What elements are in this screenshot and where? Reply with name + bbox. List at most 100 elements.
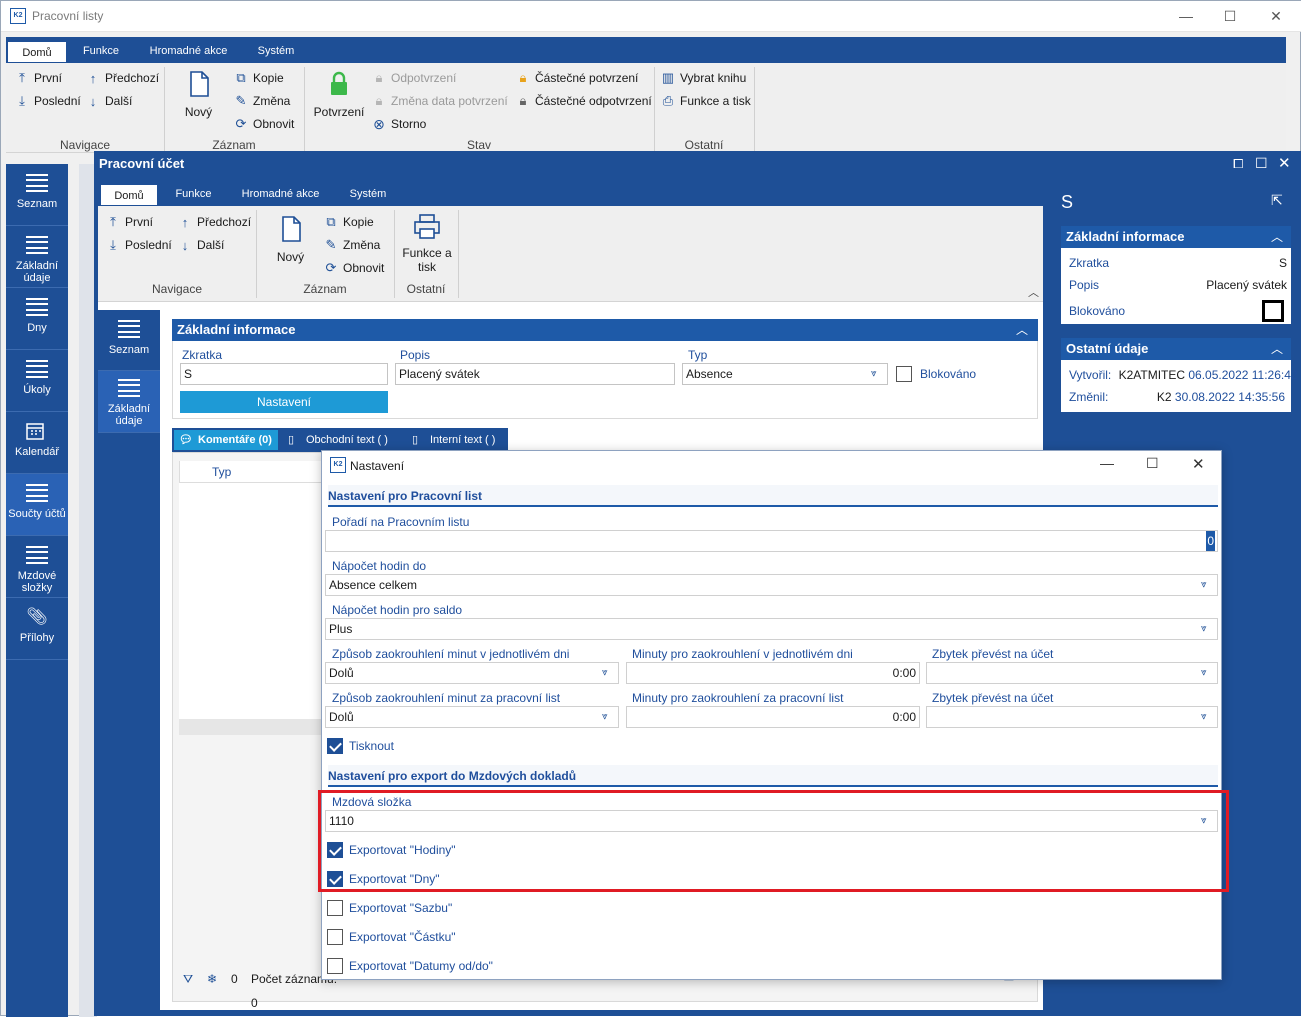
nav-item-list[interactable]: Seznam xyxy=(6,164,68,226)
maximize-icon[interactable]: ☐ xyxy=(1255,155,1268,172)
partial-confirm-button[interactable]: 🔒︎ Částečné potvrzení xyxy=(516,69,639,87)
description-input[interactable]: Placený svátek xyxy=(395,363,675,385)
collapse-panel-icon[interactable]: ︿ xyxy=(1271,340,1283,357)
nav-item-basic-data[interactable]: Základní údaje xyxy=(6,226,68,288)
open-external-icon[interactable]: ⇱ xyxy=(1271,192,1283,209)
refresh-button[interactable]: ⟳ Obnovit xyxy=(234,115,295,133)
nav-label: Základní údaje xyxy=(107,403,151,427)
previous-button[interactable]: ↑ Předchozí xyxy=(178,213,251,231)
next-button[interactable]: ↓ Další xyxy=(178,236,225,254)
inner-left-nav: Seznam Základní údaje xyxy=(98,310,160,1010)
record-count-prefix: 0 xyxy=(231,972,238,986)
settings-button[interactable]: Nastavení xyxy=(180,391,388,413)
close-icon[interactable]: ✕ xyxy=(1192,455,1205,473)
new-label: Nový xyxy=(276,250,305,264)
tab-comments[interactable]: 💬︎ Komentáře (0) xyxy=(174,430,278,450)
ribbon-separator xyxy=(458,210,459,298)
print-functions-button[interactable]: Funkce a tisk xyxy=(398,214,456,274)
tab-internal-text-label: Interní text ( ) xyxy=(430,434,496,446)
round-day-select[interactable]: Dolů ⩔ xyxy=(325,662,619,684)
export-dates-checkbox[interactable] xyxy=(327,958,343,974)
tab-home[interactable]: Domů xyxy=(8,40,66,62)
previous-button[interactable]: ↑ Předchozí xyxy=(86,69,159,87)
tab-bulk-actions[interactable]: Hromadné akce xyxy=(233,183,328,205)
printer-icon xyxy=(414,214,440,239)
unconfirm-button[interactable]: 🔒︎ Odpotvrzení xyxy=(372,69,457,87)
minutes-list-input[interactable]: 0:00 xyxy=(626,706,920,728)
tab-internal-text[interactable]: ▯ Interní text ( ) xyxy=(406,430,506,450)
refresh-button[interactable]: ⟳ Obnovit xyxy=(324,259,385,277)
new-button[interactable]: Nový xyxy=(176,71,221,119)
outer-ribbon-tabs: Domů Funkce Hromadné akce Systém xyxy=(6,37,1286,63)
cancel-storno-button[interactable]: ⊗ Storno xyxy=(372,115,426,133)
blocked-checkbox[interactable] xyxy=(896,366,912,382)
order-input[interactable]: 0 xyxy=(325,530,1218,552)
change-button[interactable]: ✎ Změna xyxy=(234,92,291,110)
tab-home[interactable]: Domů xyxy=(101,183,157,205)
export-rate-checkbox[interactable] xyxy=(327,900,343,916)
cancel-label: Storno xyxy=(391,117,427,131)
snowflake-icon[interactable]: ❄ xyxy=(207,967,217,991)
partial-unconfirm-button[interactable]: 🔒︎ Částečné odpotvrzení xyxy=(516,92,652,110)
list-icon xyxy=(26,236,48,254)
outer-ribbon: ⤒ První ⤓ Poslední ↑ Předchozí ↓ Další Navig… xyxy=(6,63,1286,153)
tab-functions[interactable]: Funkce xyxy=(166,183,221,205)
maximize-icon[interactable]: ☐ xyxy=(1146,455,1159,472)
grid-column-type[interactable]: Typ xyxy=(179,461,324,483)
change-button[interactable]: ✎ Změna xyxy=(324,236,381,254)
print-checkbox[interactable] xyxy=(327,738,343,754)
refresh-label: Obnovit xyxy=(253,117,295,131)
copy-label: Kopie xyxy=(343,215,374,229)
tab-functions[interactable]: Funkce xyxy=(76,40,126,62)
minimize-icon[interactable]: — xyxy=(1177,7,1195,25)
list-icon xyxy=(26,174,48,192)
tab-bulk-actions[interactable]: Hromadné akce xyxy=(141,40,236,62)
nav-item-calendar[interactable]: Kalendář xyxy=(6,412,68,474)
collapse-panel-icon[interactable]: ︿ xyxy=(1016,321,1028,338)
nav-item-account-sums[interactable]: Součty účtů xyxy=(6,474,68,536)
collapse-ribbon-icon[interactable]: ︿ xyxy=(1028,284,1039,300)
nav-item-attachments[interactable]: 📎︎ Přílohy xyxy=(6,598,68,660)
maximize-icon[interactable]: ☐ xyxy=(1221,7,1239,25)
rest-day-select[interactable]: ⩔ xyxy=(926,662,1218,684)
export-dates-label: Exportovat "Datumy od/do" xyxy=(349,959,493,973)
saldo-select[interactable]: Plus ⩔ xyxy=(325,618,1218,640)
first-button[interactable]: ⤒ První xyxy=(106,213,153,231)
last-button[interactable]: ⤓ Poslední xyxy=(15,92,81,110)
filter-icon[interactable]: ⛛ xyxy=(183,967,193,991)
type-label: Typ xyxy=(688,348,708,362)
collapse-panel-icon[interactable]: ︿ xyxy=(1271,228,1283,245)
type-select[interactable]: Absence ⩔ xyxy=(682,363,888,385)
copy-button[interactable]: ⧉ Kopie xyxy=(234,69,283,87)
first-button[interactable]: ⤒ První xyxy=(15,69,62,87)
change-confirm-date-button[interactable]: 🔒︎ Změna data potvrzení xyxy=(372,92,508,110)
confirm-button[interactable]: Potvrzení xyxy=(308,71,370,119)
nav-item-list[interactable]: Seznam xyxy=(98,310,160,371)
new-button[interactable]: Nový xyxy=(268,216,313,264)
close-icon[interactable]: ✕ xyxy=(1267,7,1285,25)
nav-item-wage-components[interactable]: Mzdové složky xyxy=(6,536,68,598)
choose-book-button[interactable]: ▥ Vybrat knihu xyxy=(661,69,746,87)
copy-button[interactable]: ⧉ Kopie xyxy=(324,213,374,231)
tab-system[interactable]: Systém xyxy=(342,183,394,205)
dock-icon[interactable]: ⧠ xyxy=(1233,156,1243,172)
next-button[interactable]: ↓ Další xyxy=(86,92,133,110)
right-blocked-checkbox[interactable] xyxy=(1262,300,1284,322)
abbreviation-input[interactable]: S xyxy=(180,363,388,385)
row-label: Blokováno xyxy=(1069,304,1126,318)
close-icon[interactable]: ✕ xyxy=(1278,154,1291,172)
nav-label: Seznam xyxy=(108,344,150,356)
minimize-icon[interactable]: — xyxy=(1100,455,1114,471)
tab-business-text[interactable]: ▯ Obchodní text ( ) xyxy=(282,430,400,450)
nav-item-basic-data[interactable]: Základní údaje xyxy=(98,371,160,433)
hours-select[interactable]: Absence celkem ⩔ xyxy=(325,574,1218,596)
rest-list-select[interactable]: ⩔ xyxy=(926,706,1218,728)
nav-item-tasks[interactable]: Úkoly xyxy=(6,350,68,412)
nav-item-days[interactable]: Dny xyxy=(6,288,68,350)
minutes-day-input[interactable]: 0:00 xyxy=(626,662,920,684)
tab-system[interactable]: Systém xyxy=(251,40,301,62)
print-functions-button[interactable]: ⎙ Funkce a tisk xyxy=(661,92,751,110)
export-amount-checkbox[interactable] xyxy=(327,929,343,945)
last-button[interactable]: ⤓ Poslední xyxy=(106,236,172,254)
round-list-select[interactable]: Dolů ⩔ xyxy=(325,706,619,728)
